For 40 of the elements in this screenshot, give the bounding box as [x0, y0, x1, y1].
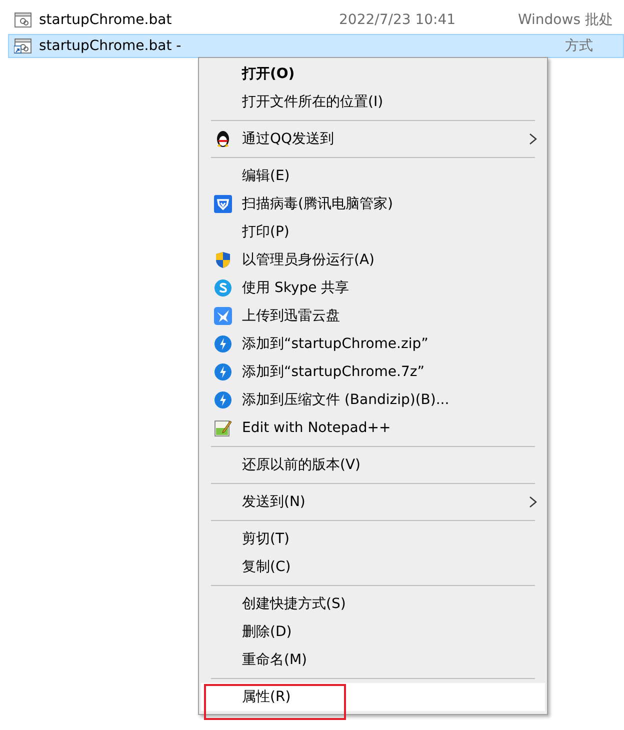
menu-item[interactable]: 创建快捷方式(S) [201, 590, 545, 618]
lightning-icon [214, 363, 232, 381]
file-icon [14, 12, 32, 28]
menu-item[interactable]: 添加到压缩文件 (Bandizip)(B)... [201, 386, 545, 414]
notepad-icon [214, 419, 232, 437]
lightning-icon [214, 391, 232, 409]
menu-item[interactable]: 复制(C) [201, 553, 545, 581]
file-row[interactable]: startupChrome.bat - 方式 [8, 34, 624, 58]
menu-item[interactable]: 添加到“startupChrome.7z” [201, 358, 545, 386]
file-date: 2022/7/23 10:41 [339, 12, 457, 28]
menu-item[interactable]: 使用 Skype 共享 [201, 274, 545, 302]
shield-icon [214, 195, 232, 213]
chevron-right-icon [529, 133, 537, 145]
lightning-icon [214, 335, 232, 353]
menu-item[interactable]: 发送到(N) [201, 488, 545, 516]
menu-item[interactable]: 以管理员身份运行(A) [201, 246, 545, 274]
menu-item[interactable]: 扫描病毒(腾讯电脑管家) [201, 190, 545, 218]
menu-item[interactable]: 属性(R) [201, 683, 545, 711]
menu-item[interactable]: 通过QQ发送到 [201, 125, 545, 153]
file-name: startupChrome.bat [39, 12, 173, 28]
menu-item[interactable]: 打开(O) [201, 60, 545, 88]
file-name: startupChrome.bat - [39, 38, 182, 54]
file-type: 方式 [564, 37, 593, 55]
menu-item[interactable]: 添加到“startupChrome.zip” [201, 330, 545, 358]
file-type: Windows 批处 [518, 11, 613, 29]
chevron-right-icon [529, 496, 537, 508]
file-row[interactable]: startupChrome.bat 2022/7/23 10:41 Windows 批处 [8, 8, 624, 32]
menu-item[interactable]: Edit with Notepad++ [201, 414, 545, 442]
menu-item[interactable]: 剪切(T) [201, 525, 545, 553]
skype-icon [214, 279, 232, 297]
menu-item[interactable]: 打开文件所在的位置(I) [201, 88, 545, 116]
shortcut-file-icon [14, 38, 32, 54]
menu-item[interactable]: 编辑(E) [201, 162, 545, 190]
bird-icon [214, 307, 232, 325]
menu-item[interactable]: 删除(D) [201, 618, 545, 646]
menu-item[interactable]: 重命名(M) [201, 646, 545, 674]
shield-icon [214, 251, 232, 269]
menu-item[interactable]: 上传到迅雷云盘 [201, 302, 545, 330]
menu-item[interactable]: 打印(P) [201, 218, 545, 246]
menu-item[interactable]: 还原以前的版本(V) [201, 451, 545, 479]
